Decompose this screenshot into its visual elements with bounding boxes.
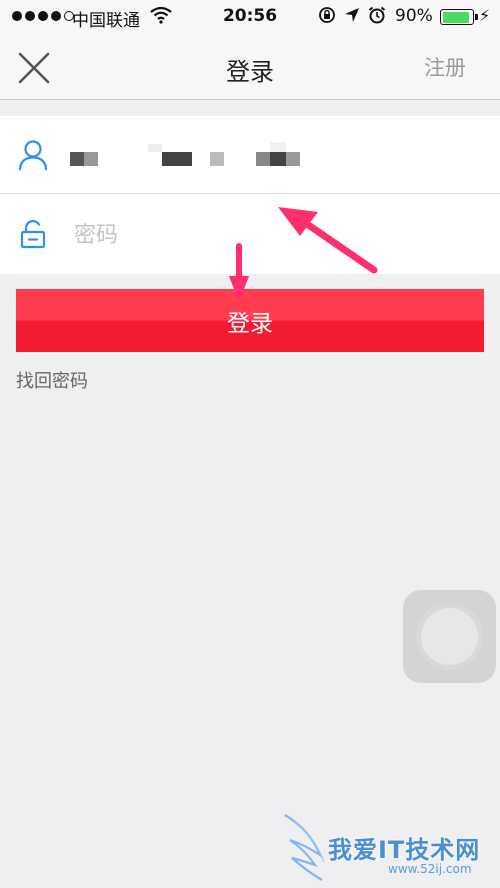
login-form	[0, 116, 500, 274]
password-input[interactable]	[72, 217, 476, 253]
watermark: 我爱IT技术网 www.52ij.com	[280, 810, 495, 885]
assistive-touch-ring	[421, 608, 478, 665]
username-row[interactable]	[0, 116, 500, 194]
location-icon	[345, 8, 359, 22]
forgot-password-link[interactable]: 找回密码	[16, 367, 88, 393]
battery-percentage: 90%	[395, 6, 433, 26]
status-icons	[318, 6, 386, 24]
rotation-lock-icon	[319, 7, 335, 23]
password-row[interactable]	[0, 195, 500, 273]
status-bar: 中国联通 20:56 90% ⚡	[0, 0, 500, 34]
watermark-url: www.52ij.com	[388, 862, 472, 876]
battery-fill	[442, 11, 469, 23]
nav-bar: 登录 注册	[0, 34, 500, 100]
user-icon	[18, 140, 48, 171]
lock-icon	[20, 219, 46, 249]
charging-icon: ⚡	[479, 6, 491, 25]
register-button[interactable]: 注册	[424, 52, 466, 82]
assistive-touch-button[interactable]	[403, 590, 496, 683]
watermark-text: 我爱IT技术网	[328, 836, 481, 864]
alarm-icon	[368, 6, 386, 24]
battery-icon	[440, 9, 478, 25]
username-field-obscured[interactable]	[70, 138, 330, 172]
login-button[interactable]: 登录	[16, 289, 484, 352]
